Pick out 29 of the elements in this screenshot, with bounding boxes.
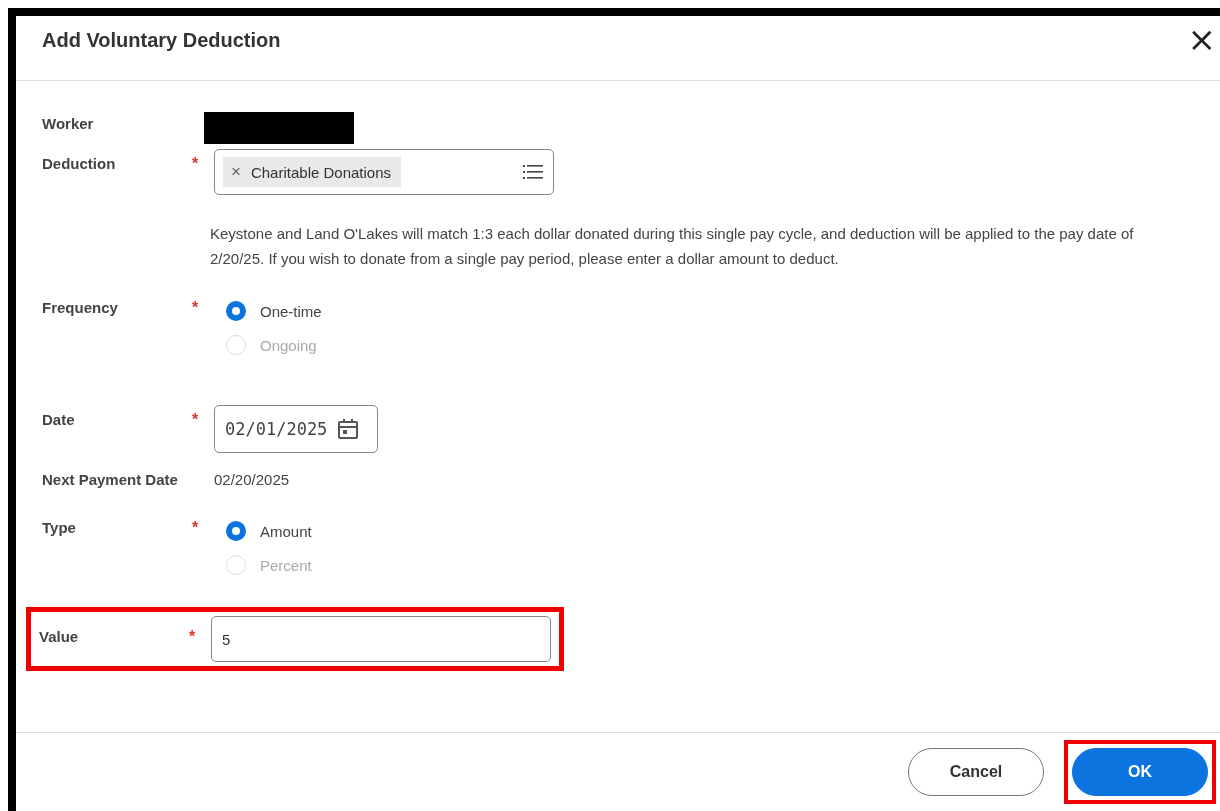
selected-chip[interactable]: × Charitable Donations bbox=[223, 157, 402, 187]
required-mark: * bbox=[192, 519, 199, 536]
required-mark: * bbox=[192, 299, 199, 316]
remove-icon[interactable]: × bbox=[231, 162, 241, 182]
required-mark: * bbox=[189, 628, 196, 645]
radio-button[interactable] bbox=[226, 521, 246, 541]
help-text: Keystone and Land O'Lakes will match 1:3 each dollar donated during this single pay cycle, and deduction will be applied to the pay date of 2/20/25. If you wish to donate from a single pay period, please enter a dollar amount to deduct. bbox=[210, 224, 1135, 269]
radio-button[interactable] bbox=[226, 301, 246, 321]
date-field[interactable]: 02/01/2025 bbox=[214, 405, 378, 453]
deduction-field[interactable]: × Charitable Donations bbox=[214, 149, 554, 195]
field-label: Value bbox=[39, 627, 80, 645]
field-label: Frequency bbox=[42, 298, 119, 316]
radio-option[interactable]: Amount bbox=[226, 521, 312, 541]
field-label: Type bbox=[42, 518, 77, 536]
ok-button[interactable]: OK bbox=[1072, 748, 1208, 796]
field-value: 02/20/2025 bbox=[214, 470, 290, 488]
calendar-icon[interactable] bbox=[337, 418, 360, 440]
radio-option[interactable]: One-time bbox=[226, 301, 322, 321]
field-label: Date bbox=[42, 410, 76, 428]
field-label: Next Payment Date bbox=[42, 470, 179, 488]
required-mark: * bbox=[192, 411, 199, 428]
list-icon[interactable] bbox=[523, 164, 543, 180]
field-label: Worker bbox=[42, 114, 95, 132]
cancel-button[interactable]: Cancel bbox=[908, 748, 1044, 796]
close-button[interactable]: × bbox=[1187, 22, 1220, 56]
required-mark: * bbox=[192, 155, 199, 172]
field-label: Deduction bbox=[42, 154, 117, 172]
value-field[interactable]: 5 bbox=[211, 616, 551, 662]
dialog-title: Add Voluntary Deduction bbox=[42, 28, 281, 52]
